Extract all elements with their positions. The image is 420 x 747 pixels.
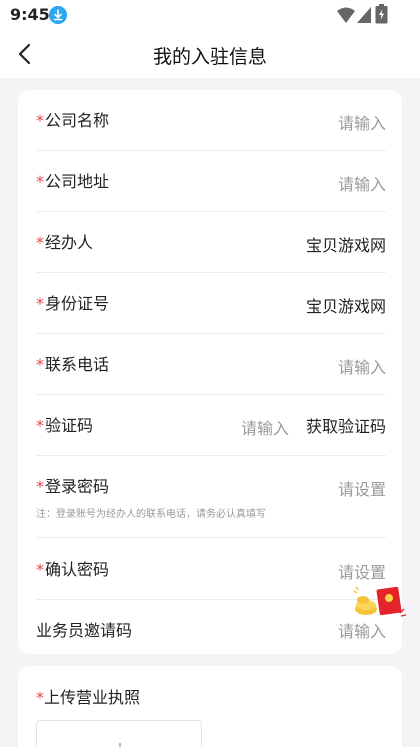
required-mark: * bbox=[36, 477, 44, 496]
divider bbox=[36, 599, 386, 600]
divider bbox=[36, 272, 386, 273]
confirm-password-row[interactable]: *确认密码 请设置 bbox=[36, 556, 386, 584]
company-name-row[interactable]: *公司名称 请输入 bbox=[36, 107, 386, 135]
id-number-row[interactable]: *身份证号 宝贝游戏网 bbox=[36, 290, 386, 318]
salesman-code-label: 业务员邀请码 bbox=[36, 621, 133, 640]
verify-code-label: *验证码 bbox=[36, 416, 94, 435]
red-packet-icon[interactable] bbox=[352, 583, 408, 623]
status-bar: 9:45 bbox=[0, 0, 420, 30]
login-password-label: *登录密码 bbox=[36, 477, 110, 496]
divider bbox=[36, 394, 386, 395]
signal-icon bbox=[357, 7, 371, 23]
plus-icon bbox=[119, 743, 121, 747]
login-password-input[interactable]: 请设置 bbox=[338, 476, 386, 500]
upload-license-box[interactable] bbox=[36, 720, 202, 747]
status-time: 9:45 bbox=[10, 5, 50, 24]
verify-code-row: *验证码 请输入 获取验证码 bbox=[36, 412, 386, 440]
divider bbox=[36, 150, 386, 151]
verify-code-input[interactable]: 请输入 bbox=[241, 415, 289, 439]
required-mark: * bbox=[36, 355, 44, 374]
wifi-icon bbox=[337, 7, 355, 23]
phone-input[interactable]: 请输入 bbox=[338, 354, 386, 378]
download-icon bbox=[49, 6, 67, 24]
id-number-label: *身份证号 bbox=[36, 294, 110, 313]
required-mark: * bbox=[36, 560, 44, 579]
id-number-input[interactable]: 宝贝游戏网 bbox=[306, 293, 386, 317]
company-address-label: *公司地址 bbox=[36, 172, 110, 191]
upload-license-label: *上传营业执照 bbox=[36, 688, 141, 707]
company-address-input[interactable]: 请输入 bbox=[338, 171, 386, 195]
required-mark: * bbox=[36, 416, 44, 435]
login-note: 注：登录账号为经办人的联系电话，请务必认真填写 bbox=[36, 509, 266, 520]
info-form-card: *公司名称 请输入 *公司地址 请输入 *经办人 宝贝游戏网 *身份证号 宝贝游… bbox=[18, 90, 402, 654]
company-name-label: *公司名称 bbox=[36, 111, 110, 130]
battery-icon bbox=[375, 4, 388, 24]
confirm-password-label: *确认密码 bbox=[36, 560, 110, 579]
handler-label: *经办人 bbox=[36, 233, 94, 252]
nav-bar: 我的入驻信息 bbox=[0, 30, 420, 78]
page-title: 我的入驻信息 bbox=[152, 46, 267, 68]
company-address-row[interactable]: *公司地址 请输入 bbox=[36, 168, 386, 196]
handler-input[interactable]: 宝贝游戏网 bbox=[306, 232, 386, 256]
phone-row[interactable]: *联系电话 请输入 bbox=[36, 351, 386, 379]
phone-label: *联系电话 bbox=[36, 355, 110, 374]
confirm-password-input[interactable]: 请设置 bbox=[338, 559, 386, 583]
handler-row[interactable]: *经办人 宝贝游戏网 bbox=[36, 229, 386, 257]
company-name-input[interactable]: 请输入 bbox=[338, 110, 386, 134]
get-code-button[interactable]: 获取验证码 bbox=[306, 413, 386, 437]
required-mark: * bbox=[36, 688, 44, 707]
login-password-row[interactable]: *登录密码 请设置 注：登录账号为经办人的联系电话，请务必认真填写 bbox=[36, 473, 386, 520]
required-mark: * bbox=[36, 111, 44, 130]
divider bbox=[36, 537, 386, 538]
divider bbox=[36, 211, 386, 212]
required-mark: * bbox=[36, 172, 44, 191]
divider bbox=[36, 455, 386, 456]
divider bbox=[36, 333, 386, 334]
required-mark: * bbox=[36, 233, 44, 252]
required-mark: * bbox=[36, 294, 44, 313]
salesman-code-row[interactable]: 业务员邀请码 请输入 bbox=[36, 617, 386, 645]
upload-card: *上传营业执照 bbox=[18, 666, 402, 747]
